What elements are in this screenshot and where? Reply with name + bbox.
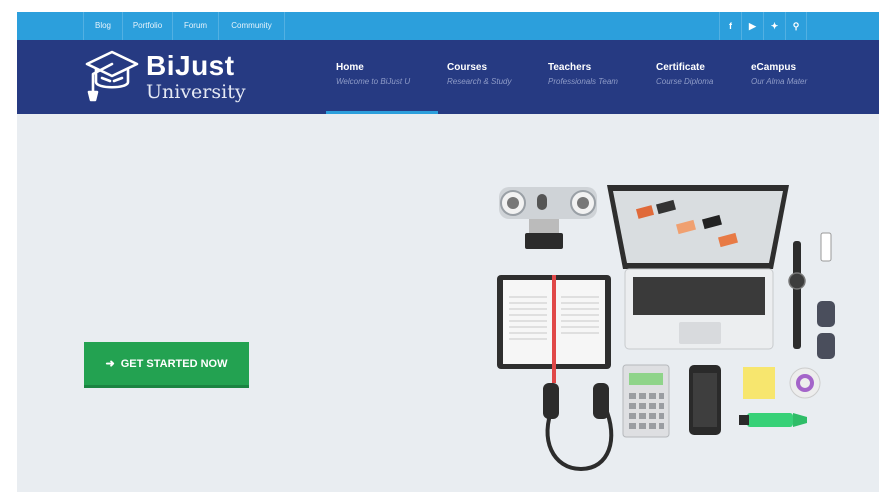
- headphones-illustration: [543, 383, 614, 472]
- nav-title: eCampus: [751, 62, 797, 73]
- notebook-illustration: [497, 275, 611, 383]
- nav-title: Teachers: [548, 62, 592, 73]
- nav-title: Certificate: [656, 62, 705, 73]
- arrow-right-icon: ➜: [105, 358, 115, 370]
- facebook-icon[interactable]: f: [719, 12, 741, 40]
- laptop-illustration: [607, 185, 789, 350]
- nav-subtitle: Our Alma Mater: [751, 77, 808, 86]
- page-frame: Blog Portfolio Forum Community f ▶ ✦ ⚲ B…: [17, 12, 879, 492]
- top-link-community[interactable]: Community: [219, 12, 285, 40]
- logo-title: BiJust: [146, 50, 235, 81]
- top-utility-bar: Blog Portfolio Forum Community f ▶ ✦ ⚲: [17, 12, 879, 40]
- top-link-forum[interactable]: Forum: [173, 12, 219, 40]
- youtube-icon[interactable]: ▶: [741, 12, 763, 40]
- nav-subtitle: Professionals Team: [548, 77, 618, 86]
- nav-item-teachers[interactable]: Teachers Professionals Team: [548, 40, 648, 114]
- usb-drive-illustration: [820, 232, 832, 262]
- twitter-icon[interactable]: ✦: [763, 12, 785, 40]
- highlighter-illustration: [739, 413, 807, 427]
- nav-item-courses[interactable]: Courses Research & Study: [447, 40, 542, 114]
- watch-illustration: [788, 241, 806, 349]
- nav-subtitle: Research & Study: [447, 77, 512, 86]
- desk-items-illustration: [497, 185, 835, 472]
- search-icon[interactable]: ⚲: [785, 12, 807, 40]
- site-logo[interactable]: BiJust University: [83, 48, 263, 108]
- nav-subtitle: Welcome to BiJust U: [336, 77, 411, 86]
- graduation-cap-logo-icon: [85, 50, 139, 102]
- sticky-note-illustration: [743, 367, 775, 399]
- nav-item-certificate[interactable]: Certificate Course Diploma: [656, 40, 746, 114]
- phone-illustration: [689, 365, 721, 435]
- camera-illustration: [499, 187, 597, 249]
- logo-subtitle: University: [146, 81, 246, 103]
- sunglasses-illustration: [817, 301, 835, 359]
- get-started-label: GET STARTED NOW: [120, 358, 228, 370]
- get-started-button[interactable]: ➜ GET STARTED NOW: [84, 342, 249, 388]
- main-navigation: BiJust University Home Welcome to BiJust…: [17, 40, 879, 114]
- nav-title: Home: [336, 62, 364, 73]
- nav-title: Courses: [447, 62, 488, 73]
- calculator-illustration: [622, 364, 670, 438]
- nav-subtitle: Course Diploma: [656, 77, 714, 86]
- tape-illustration: [789, 367, 821, 399]
- top-link-blog[interactable]: Blog: [83, 12, 123, 40]
- nav-item-ecampus[interactable]: eCampus Our Alma Mater: [751, 40, 841, 114]
- top-link-portfolio[interactable]: Portfolio: [123, 12, 173, 40]
- nav-item-home[interactable]: Home Welcome to BiJust U: [326, 40, 438, 114]
